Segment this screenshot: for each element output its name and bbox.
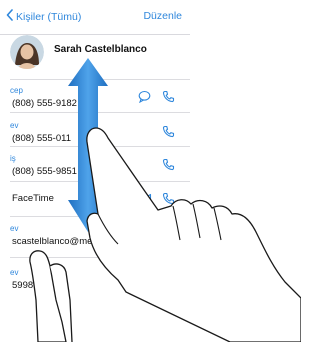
- back-label: Kişiler (Tümü): [16, 10, 82, 23]
- field-row-address[interactable]: ev 5998 Hilo, HI: [0, 258, 190, 298]
- phone-icon[interactable]: [162, 158, 175, 171]
- field-row-email[interactable]: ev scastelblanco@me.com: [0, 217, 190, 255]
- message-icon[interactable]: [138, 90, 151, 103]
- field-value: (808) 555-011: [12, 133, 71, 144]
- screen: Kişiler (Tümü) Düzenle Sarah Castelblanc…: [0, 0, 301, 342]
- field-row-mobile[interactable]: cep (808) 555-9182: [0, 80, 190, 111]
- field-value: 5998 Hilo, HI: [12, 280, 67, 291]
- facetime-label: FaceTime: [12, 193, 54, 204]
- nav-bar: Kişiler (Tümü) Düzenle: [0, 0, 190, 35]
- edit-button[interactable]: Düzenle: [143, 10, 182, 22]
- video-icon[interactable]: [136, 192, 152, 204]
- field-label: ev: [10, 268, 19, 277]
- field-label: cep: [10, 86, 23, 95]
- field-value: scastelblanco@me.com: [12, 236, 113, 247]
- phone-icon[interactable]: [162, 192, 175, 205]
- phone-icon[interactable]: [162, 90, 175, 103]
- field-row-work[interactable]: iş (808) 555-9851: [0, 147, 190, 178]
- field-label: ev: [10, 121, 19, 130]
- field-label: ev: [10, 224, 19, 233]
- field-label: iş: [10, 154, 16, 163]
- contact-name: Sarah Castelblanco: [54, 44, 147, 55]
- field-value: (808) 555-9182: [12, 98, 77, 109]
- field-row-facetime[interactable]: FaceTime: [0, 182, 190, 214]
- field-row-home[interactable]: ev (808) 555-011: [0, 113, 190, 144]
- contact-card: Kişiler (Tümü) Düzenle Sarah Castelblanc…: [0, 0, 190, 342]
- field-value: (808) 555-9851: [12, 166, 77, 177]
- phone-icon[interactable]: [162, 125, 175, 138]
- back-button[interactable]: Kişiler (Tümü): [6, 9, 81, 24]
- chevron-left-icon: [6, 9, 14, 24]
- avatar: [10, 35, 44, 69]
